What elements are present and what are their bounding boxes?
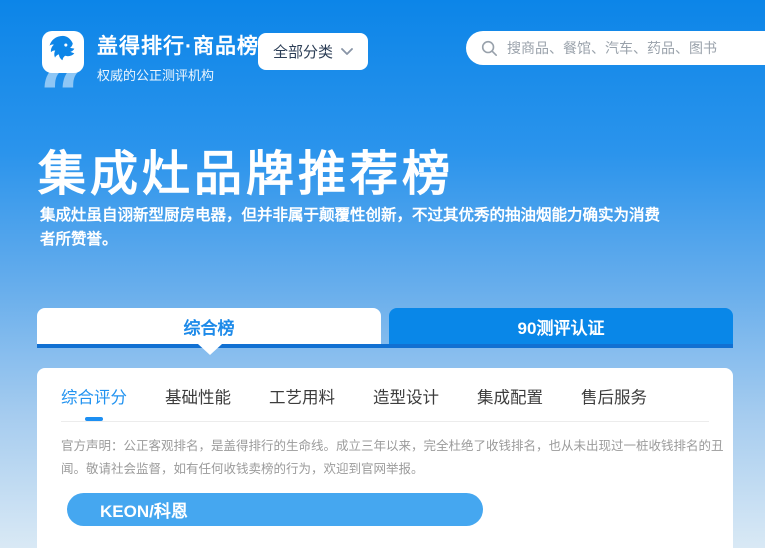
search-icon xyxy=(480,39,498,57)
nav-item-materials[interactable]: 工艺用料 xyxy=(269,384,335,421)
page-background: 盖得排行·商品榜 权威的公正测评机构 全部分类 “ 集成灶品牌推荐榜 集成灶虽自… xyxy=(0,0,765,548)
chevron-down-icon xyxy=(341,48,353,56)
quote-mark-icon: “ xyxy=(39,76,85,120)
official-disclaimer: 官方声明：公正客观排名，是盖得排行的生命线。成立三年以来，完全杜绝了收钱排名，也… xyxy=(61,435,725,481)
search-bar[interactable] xyxy=(466,31,765,65)
nav-item-basic-performance[interactable]: 基础性能 xyxy=(165,384,231,421)
ranking-page-title: 集成灶品牌推荐榜 xyxy=(38,134,454,204)
nav-item-design[interactable]: 造型设计 xyxy=(373,384,439,421)
tab-overall-ranking[interactable]: 综合榜 xyxy=(37,308,381,344)
ranking-description: 集成灶虽自诩新型厨房电器，但并非属于颠覆性创新，不过其优秀的抽油烟能力确实为消费… xyxy=(40,204,670,252)
nav-item-overall-score[interactable]: 综合评分 xyxy=(61,384,127,421)
site-title: 盖得排行·商品榜 xyxy=(97,30,259,60)
tab-90-certification[interactable]: 90测评认证 xyxy=(389,308,733,344)
score-category-nav: 综合评分 基础性能 工艺用料 造型设计 集成配置 售后服务 xyxy=(61,384,709,422)
nav-item-after-sales[interactable]: 售后服务 xyxy=(581,384,647,421)
all-categories-label: 全部分类 xyxy=(273,41,333,62)
brand-logo[interactable] xyxy=(42,31,84,73)
main-tabs: 综合榜 90测评认证 xyxy=(37,308,733,344)
tab-underline-bar xyxy=(37,344,733,348)
search-input[interactable] xyxy=(507,40,757,56)
brand-name-label: KEON/科恩 xyxy=(100,497,188,522)
lion-icon xyxy=(46,33,80,72)
site-subtitle: 权威的公正测评机构 xyxy=(97,65,259,84)
all-categories-button[interactable]: 全部分类 xyxy=(258,33,368,70)
nav-item-integration[interactable]: 集成配置 xyxy=(477,384,543,421)
ranking-card: 综合评分 基础性能 工艺用料 造型设计 集成配置 售后服务 官方声明：公正客观排… xyxy=(37,368,733,548)
active-tab-notch xyxy=(198,344,222,355)
brand-text-block: 盖得排行·商品榜 权威的公正测评机构 xyxy=(97,30,259,84)
brand-row-keon[interactable]: KEON/科恩 xyxy=(67,493,483,526)
